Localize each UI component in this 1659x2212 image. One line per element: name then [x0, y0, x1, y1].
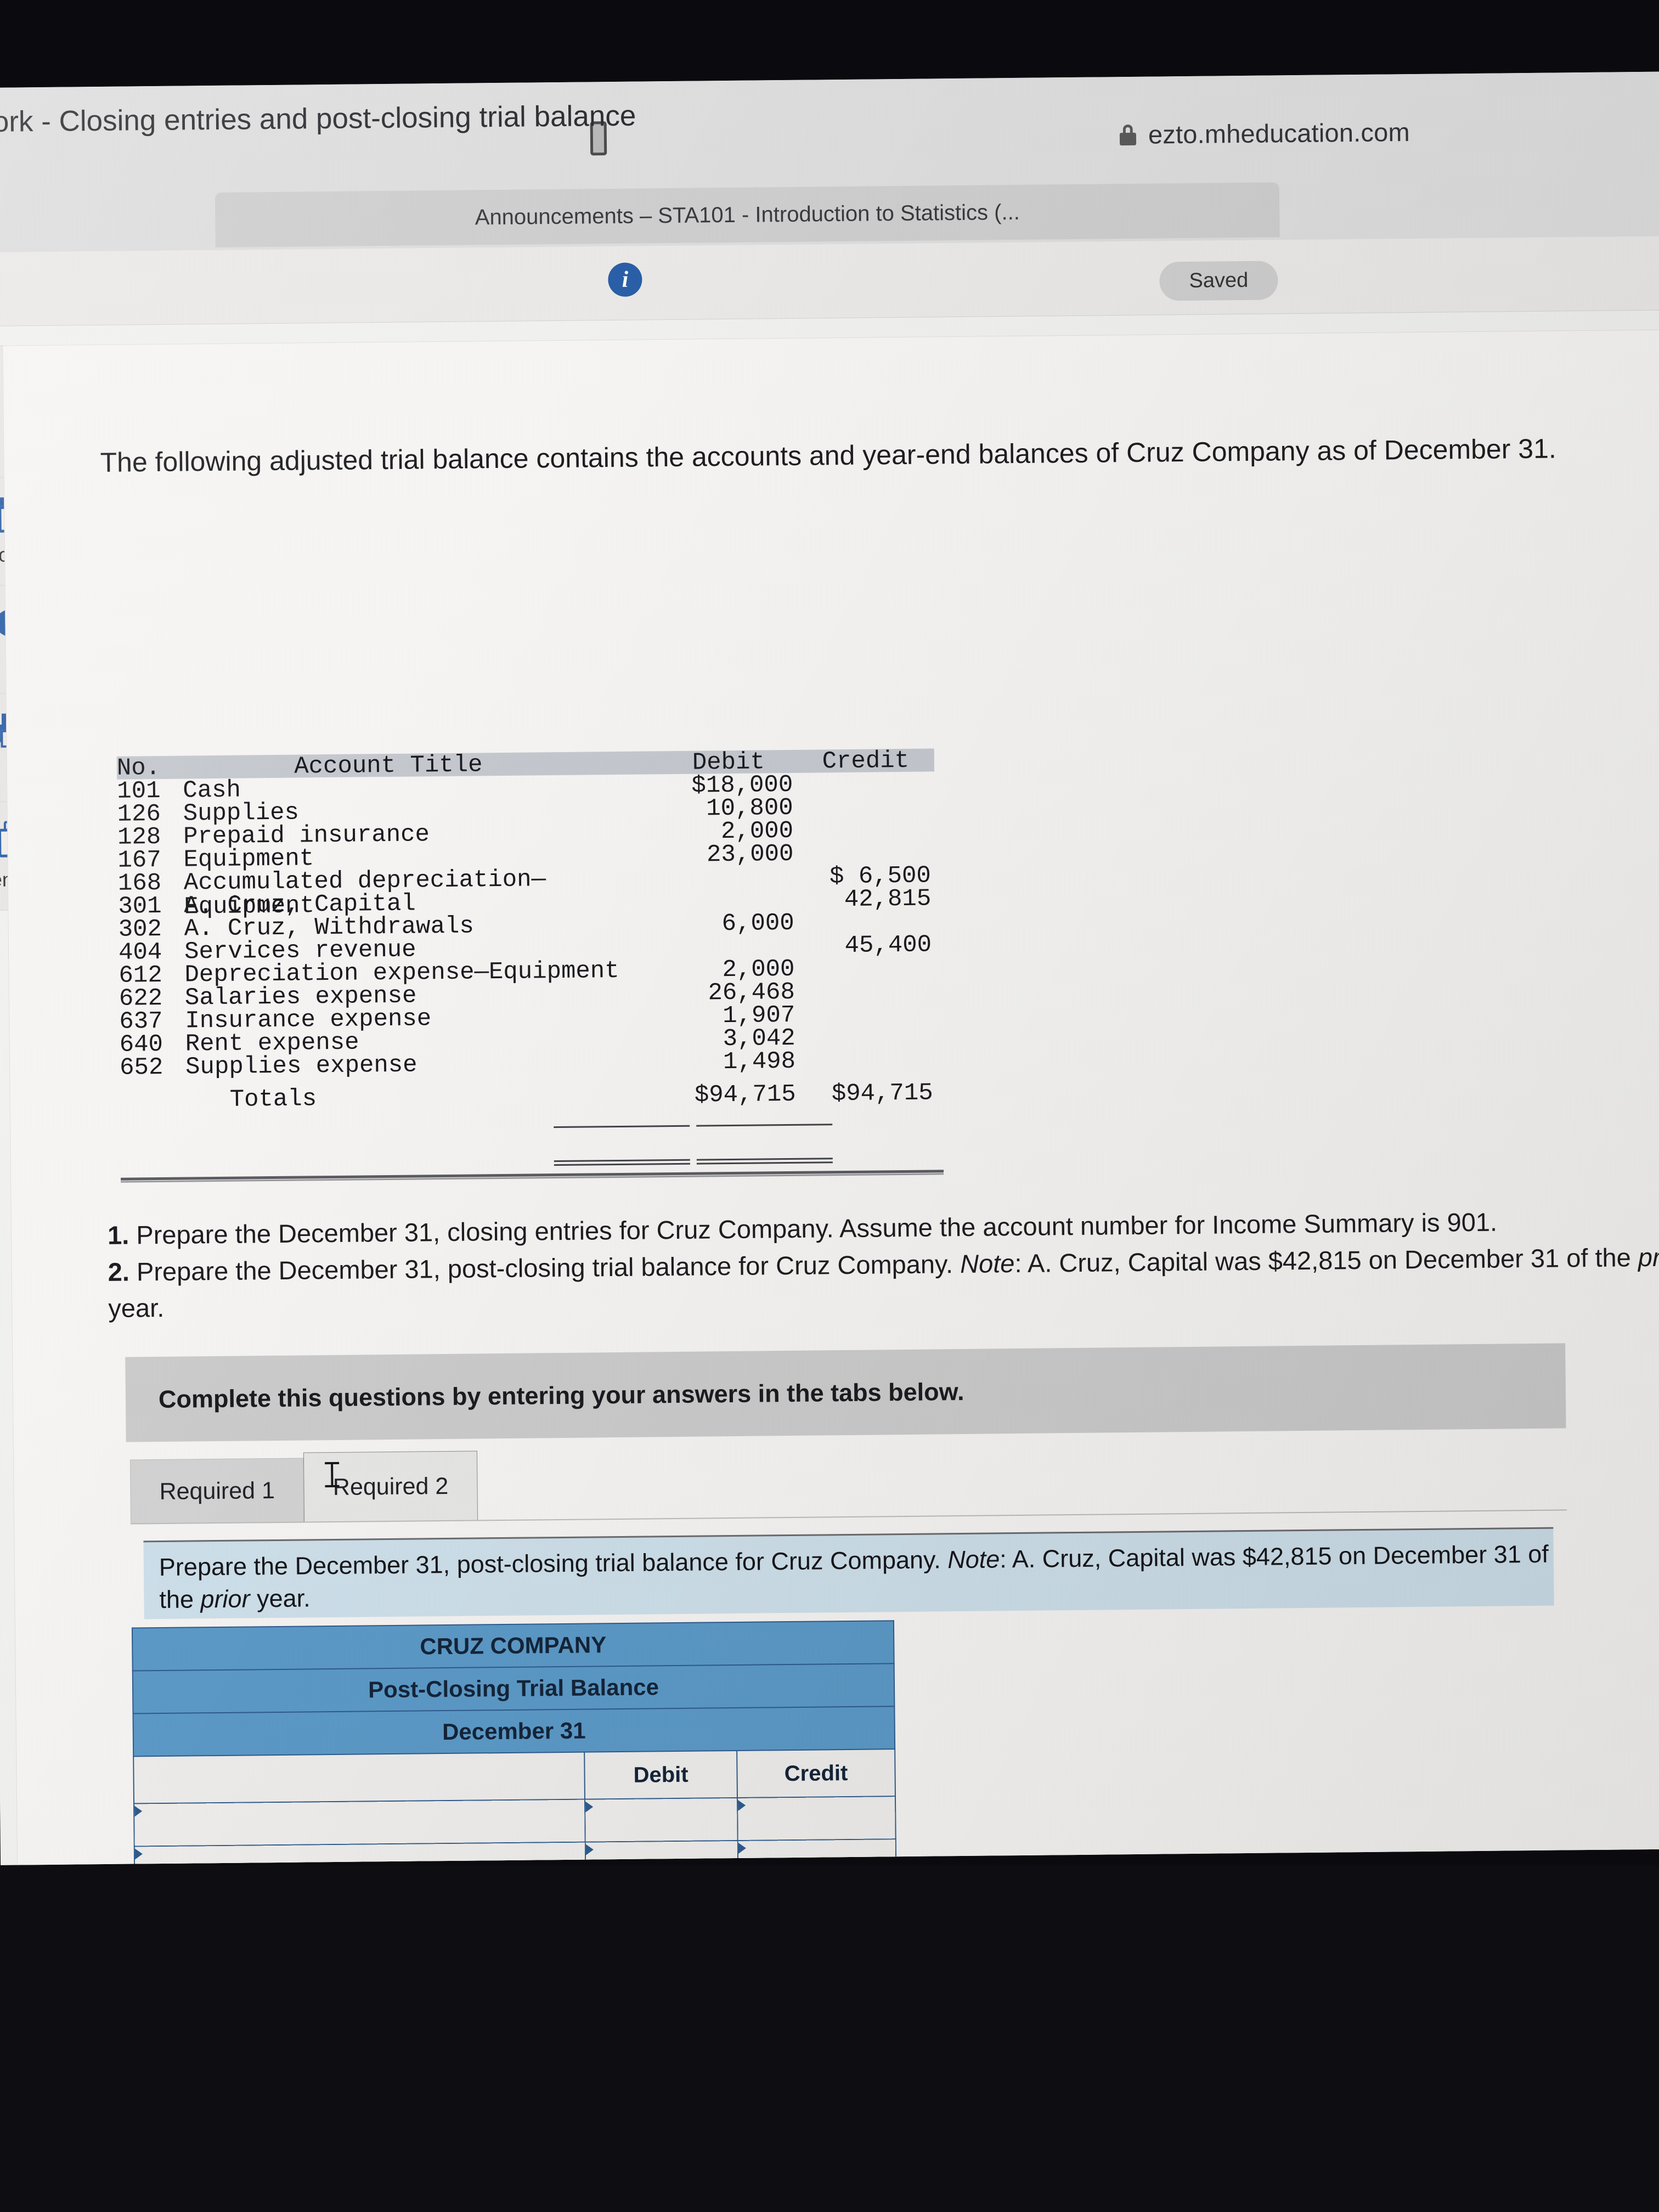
answer-statement-name: Post-Closing Trial Balance: [132, 1663, 895, 1714]
cell-debit: 1,498: [723, 1047, 796, 1076]
text-cursor: [331, 1462, 334, 1488]
requirement-1-number: 1.: [107, 1220, 129, 1250]
photo-frame: ezto.mheducation.com Announcements – STA…: [0, 0, 1659, 2212]
browser-tab-title: Announcements – STA101 - Introduction to…: [475, 200, 1020, 229]
debit-input[interactable]: [585, 1840, 738, 1865]
answer-statement-date: December 31: [133, 1706, 895, 1757]
answer-row: [134, 1796, 896, 1847]
question-intro: The following adjusted trial balance con…: [100, 433, 1557, 478]
answer-table-date-row: December 31: [133, 1706, 895, 1757]
totals-credit: $94,715: [831, 1079, 933, 1108]
instruction-text-a: Prepare the December 31, post-closing tr…: [159, 1545, 948, 1582]
requirement-2-note-label: Note: [960, 1248, 1015, 1278]
totals-label: Totals: [229, 1085, 317, 1114]
column-header-account: [133, 1752, 585, 1804]
cell-no: 302: [118, 915, 162, 944]
double-rule-debit: [554, 1159, 690, 1166]
credit-input[interactable]: [737, 1796, 896, 1841]
instruction-text-c: year.: [250, 1584, 311, 1613]
account-select[interactable]: [134, 1799, 585, 1847]
tab-instruction-band: Prepare the December 31, post-closing tr…: [143, 1527, 1554, 1620]
cell-no: 612: [119, 961, 163, 990]
cell-no: 652: [119, 1053, 163, 1082]
requirement-2-italic: prior: [1638, 1242, 1659, 1272]
lock-icon: [1119, 124, 1137, 145]
requirements-list: 1. Prepare the December 31, closing entr…: [108, 1202, 1659, 1327]
totals-debit: $94,715: [694, 1080, 796, 1109]
table-row: 652 Supplies expense 1,498: [119, 1047, 937, 1082]
requirement-2-text-b: : A. Cruz, Capital was $42,815 on Decemb…: [1014, 1242, 1639, 1278]
adjusted-trial-balance-table: No. Account Title Debit Credit 101 Cash $1…: [116, 747, 938, 1114]
answer-table-column-header-row: Debit Credit: [133, 1749, 895, 1804]
post-closing-trial-balance-table: CRUZ COMPANY Post-Closing Trial Balance …: [132, 1620, 900, 1865]
laptop-screen: ezto.mheducation.com Announcements – STA…: [0, 71, 1659, 1865]
table-bottom-rule: [121, 1170, 944, 1183]
answer-table-title-row: CRUZ COMPANY: [132, 1621, 894, 1671]
cell-no: 167: [117, 846, 161, 874]
address-bar[interactable]: ezto.mheducation.com: [1119, 117, 1410, 150]
instruction-italic: prior: [200, 1584, 250, 1613]
cell-no: 404: [118, 938, 162, 967]
totals-rule-debit: [554, 1125, 690, 1128]
instructions-banner: Complete this questions by entering your…: [125, 1343, 1566, 1442]
tab-label: Required 2: [332, 1472, 449, 1501]
answer-table-statement-row: Post-Closing Trial Balance: [132, 1663, 895, 1714]
tab-required-1[interactable]: Required 1: [130, 1458, 304, 1525]
cell-no: 622: [119, 984, 163, 1013]
requirement-2-text-c: year.: [108, 1293, 165, 1323]
cell-no: 128: [117, 823, 161, 851]
browser-chrome: ezto.mheducation.com Announcements – STA…: [0, 71, 1659, 252]
table-row-totals: Totals $94,715 $94,715: [120, 1079, 938, 1114]
cell-debit: 6,000: [721, 909, 794, 938]
debit-input[interactable]: [584, 1797, 738, 1842]
cell-no: 301: [118, 892, 162, 921]
column-header-credit: Credit: [822, 747, 910, 776]
cell-credit: 45,400: [844, 931, 932, 960]
column-header-no: No.: [116, 754, 161, 782]
laptop-bezel: [0, 1865, 1659, 2212]
page-title: work - Closing entries and post-closing …: [0, 99, 636, 139]
requirement-2-number: 2.: [108, 1257, 130, 1286]
instruction-note-label: Note: [947, 1545, 1000, 1574]
status-badge: Saved: [1159, 261, 1278, 301]
instructions-banner-text: Complete this questions by entering your…: [158, 1377, 964, 1413]
column-header-credit: Credit: [737, 1749, 895, 1798]
account-select[interactable]: [134, 1842, 586, 1865]
question-card: The following adjusted trial balance con…: [2, 329, 1659, 1865]
column-header-debit: Debit: [584, 1750, 737, 1799]
credit-input[interactable]: [737, 1839, 896, 1865]
url-text: ezto.mheducation.com: [1148, 117, 1410, 149]
totals-rule-credit: [696, 1124, 833, 1127]
answer-company-name: CRUZ COMPANY: [132, 1621, 894, 1671]
info-icon[interactable]: i: [608, 262, 642, 297]
tab-label: Required 1: [159, 1477, 275, 1505]
requirement-2: 2. Prepare the December 31, post-closing…: [108, 1239, 1659, 1327]
double-rule-credit: [696, 1158, 833, 1165]
cell-no: 637: [119, 1007, 163, 1036]
cell-credit: 42,815: [844, 885, 932, 914]
cell-no: 126: [117, 800, 161, 828]
browser-tab[interactable]: Announcements – STA101 - Introduction to…: [215, 182, 1280, 247]
requirement-2-text-a: Prepare the December 31, post-closing tr…: [129, 1249, 961, 1286]
cell-no: 640: [119, 1030, 163, 1059]
cell-title: Supplies expense: [185, 1051, 417, 1081]
app-header: [0, 236, 1659, 326]
cell-debit: 23,000: [706, 840, 794, 869]
answer-tabs: Required 1 Required 2: [130, 1451, 478, 1525]
cell-no: 168: [117, 869, 162, 898]
cell-no: 101: [117, 777, 161, 805]
